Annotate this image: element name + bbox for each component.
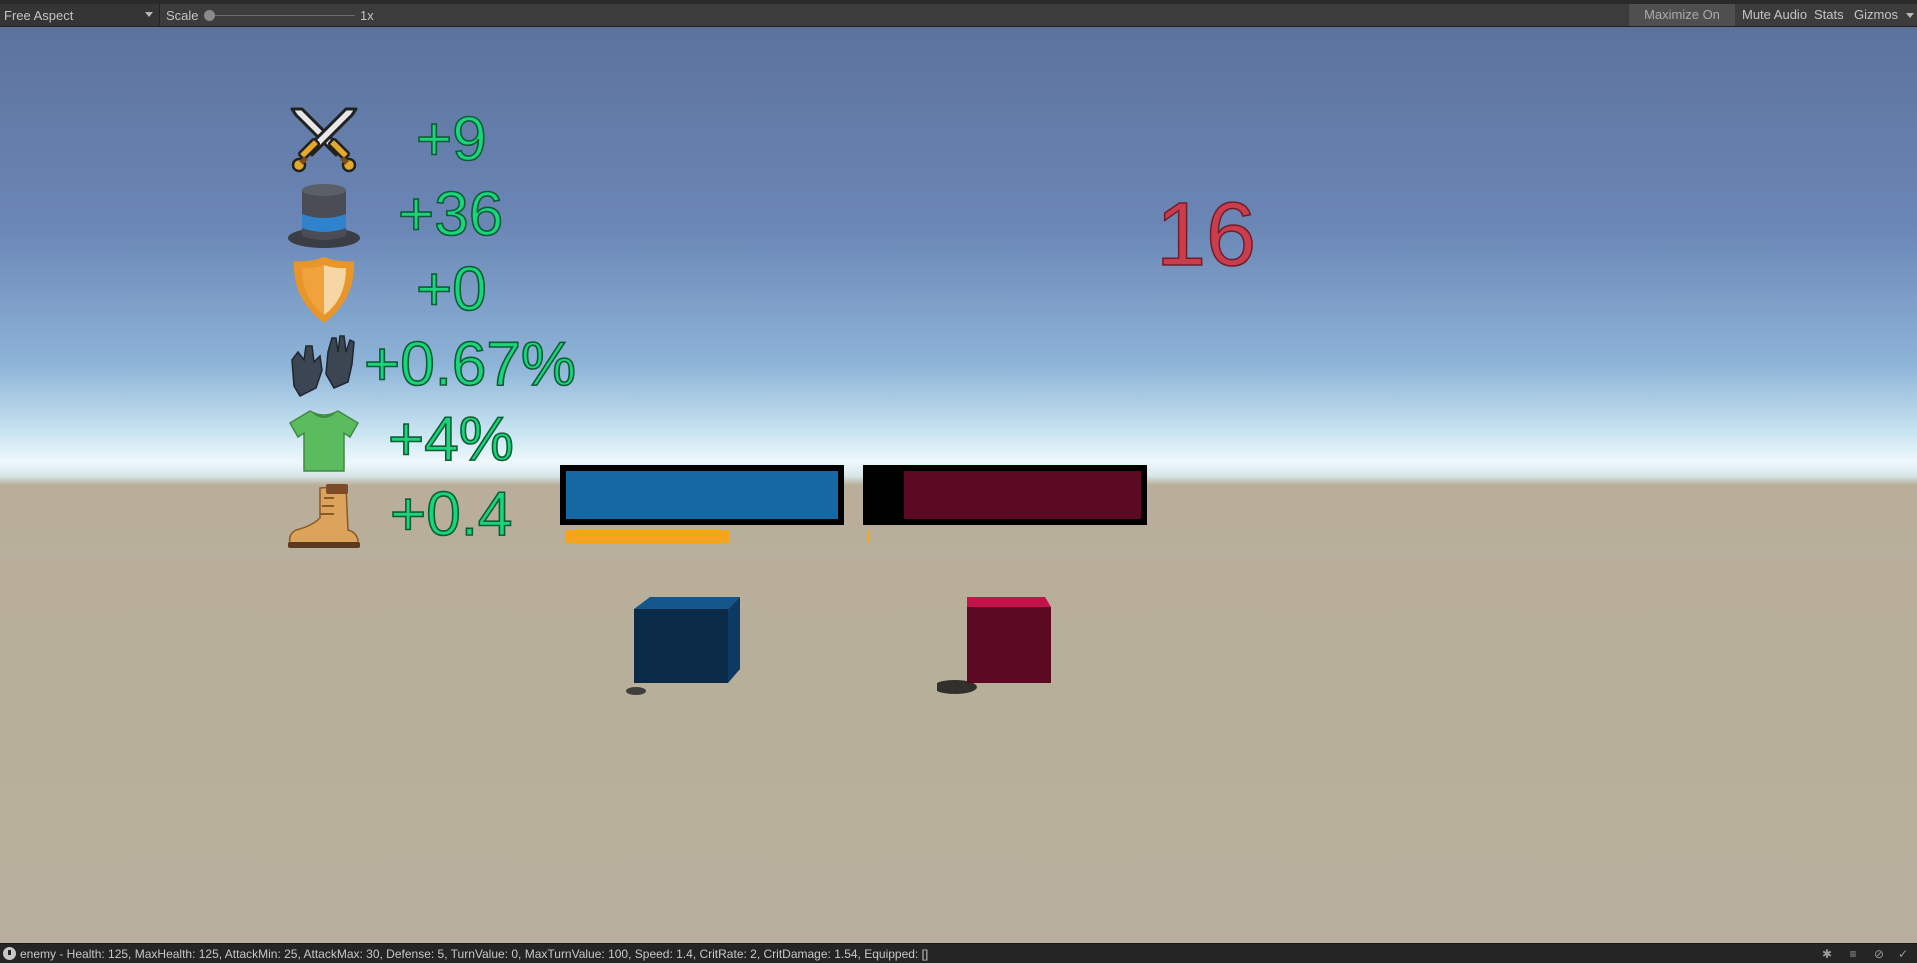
stat-value-attack: +9 (415, 104, 487, 175)
shield-icon (293, 257, 355, 323)
stat-value-crit-damage: +4% (387, 404, 514, 475)
gizmos-button[interactable]: Gizmos (1850, 4, 1902, 26)
t-shirt-icon (288, 410, 360, 472)
layers-icon[interactable]: ≡ (1846, 947, 1860, 961)
scale-label: Scale (166, 8, 199, 23)
stat-value-crit-rate: +0.67% (363, 329, 577, 400)
player-health-bar (560, 465, 844, 525)
status-message[interactable]: enemy - Health: 125, MaxHealth: 125, Att… (20, 947, 928, 961)
chevron-down-icon (145, 12, 153, 17)
turn-counter: 16 (1155, 185, 1257, 285)
crossed-swords-icon (290, 107, 358, 173)
game-view-toolbar: Free Aspect Scale 1x Maximize On Play Mu… (0, 4, 1917, 44)
maximize-on-play-button[interactable]: Maximize On Play (1629, 4, 1735, 44)
enemy-turn-bar (868, 530, 871, 543)
enemy-health-fill (904, 471, 1141, 519)
status-bar: enemy - Health: 125, MaxHealth: 125, Att… (0, 943, 1917, 963)
check-circle-icon[interactable]: ✓ (1896, 947, 1910, 961)
player-turn-bar (565, 530, 730, 543)
info-icon (3, 947, 16, 960)
gloves-icon (291, 335, 355, 397)
gizmos-chevron-down-icon[interactable] (1906, 13, 1914, 18)
scale-value: 1x (360, 8, 374, 23)
network-off-icon[interactable]: ⊘ (1872, 947, 1886, 961)
stat-value-defense: +0 (415, 254, 487, 325)
player-health-fill (566, 471, 838, 519)
boot-icon (288, 484, 360, 548)
enemy-cube[interactable] (937, 597, 1057, 697)
enemy-health-bar (863, 465, 1147, 525)
stats-button[interactable]: Stats (1810, 4, 1848, 26)
debug-icon[interactable]: ✱ (1820, 947, 1834, 961)
stat-value-speed: +0.4 (389, 479, 513, 550)
top-hat-icon (288, 184, 360, 248)
player-cube[interactable] (620, 597, 740, 697)
stat-value-health: +36 (397, 179, 504, 250)
aspect-dropdown[interactable]: Free Aspect (0, 4, 160, 26)
scale-slider-thumb[interactable] (204, 10, 215, 21)
aspect-dropdown-label: Free Aspect (4, 8, 74, 23)
scale-slider-track[interactable] (208, 15, 355, 16)
mute-audio-button[interactable]: Mute Audio (1738, 4, 1811, 26)
game-viewport[interactable]: +9 +36 +0 +0.67% +4% +0.4 16 (0, 27, 1917, 943)
